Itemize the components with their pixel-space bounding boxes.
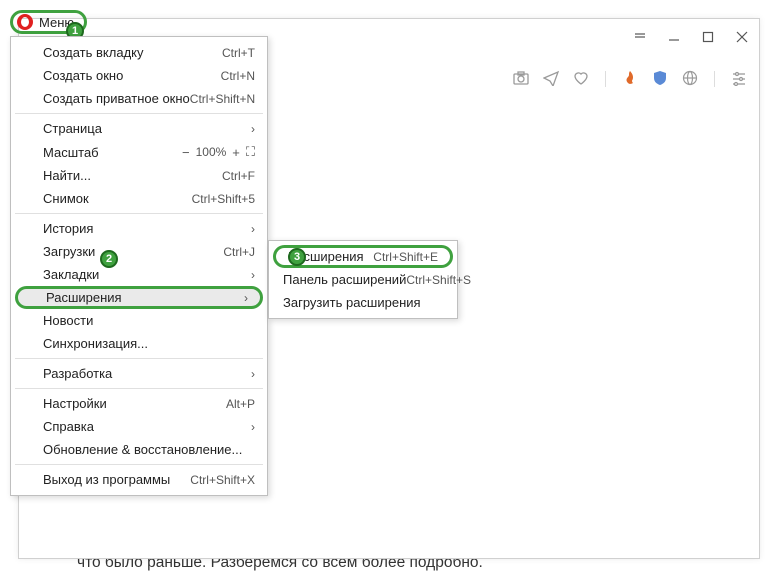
- globe-icon[interactable]: [682, 70, 698, 89]
- main-menu-dropdown: Создать вкладкуCtrl+TСоздать окноCtrl+NС…: [10, 36, 268, 496]
- chevron-right-icon: ›: [251, 420, 255, 434]
- submenu-item[interactable]: Загрузить расширения: [269, 291, 457, 314]
- menu-shortcut: Ctrl+F: [222, 169, 255, 183]
- heading-underline: [374, 333, 434, 337]
- site-logo-tail: RU: [308, 136, 332, 153]
- fullscreen-icon[interactable]: ⛶: [246, 144, 255, 160]
- menu-shortcut: Ctrl+J: [223, 245, 255, 259]
- menu-item[interactable]: Масштаб− 100% + ⛶: [11, 140, 267, 164]
- menu-divider: [15, 358, 263, 359]
- chevron-right-icon: ›: [251, 268, 255, 282]
- menu-item[interactable]: Создать вкладкуCtrl+T: [11, 41, 267, 64]
- menu-item[interactable]: Закладки›: [11, 263, 267, 286]
- camera-icon[interactable]: [513, 70, 529, 89]
- annotation-badge-2: 2: [100, 250, 118, 268]
- menu-item-label: Выход из программы: [43, 472, 190, 487]
- close-button[interactable]: [725, 19, 759, 55]
- shield-icon[interactable]: [652, 70, 668, 89]
- menu-item-label: Снимок: [43, 191, 192, 206]
- menu-item[interactable]: Выход из программыCtrl+Shift+X: [11, 468, 267, 491]
- menu-item[interactable]: НастройкиAlt+P: [11, 392, 267, 415]
- chevron-right-icon: ›: [251, 222, 255, 236]
- chevron-right-icon: ›: [251, 367, 255, 381]
- menu-item[interactable]: Синхронизация...: [11, 332, 267, 355]
- submenu-item-label: Загрузить расширения: [283, 295, 445, 310]
- menu-item[interactable]: Создать приватное окноCtrl+Shift+N: [11, 87, 267, 110]
- menu-shortcut: Alt+P: [226, 397, 255, 411]
- menu-item-label: Создать вкладку: [43, 45, 222, 60]
- menu-item-label: Новости: [43, 313, 255, 328]
- submenu-shortcut: Ctrl+Shift+E: [373, 250, 438, 264]
- heart-icon[interactable]: [573, 70, 589, 89]
- submenu-item[interactable]: Панель расширенийCtrl+Shift+S: [269, 268, 457, 291]
- chevron-right-icon: ›: [244, 291, 248, 305]
- toolbar-separator: [714, 71, 715, 87]
- minimize-button[interactable]: [657, 19, 691, 55]
- menu-item[interactable]: Обновление & восстановление...: [11, 438, 267, 461]
- menu-item[interactable]: Страница›: [11, 117, 267, 140]
- menu-item[interactable]: Создать окноCtrl+N: [11, 64, 267, 87]
- menu-divider: [15, 464, 263, 465]
- menu-divider: [15, 113, 263, 114]
- menu-item-label: Настройки: [43, 396, 226, 411]
- toolbar-icons: [513, 65, 747, 93]
- menu-item-label: Расширения: [46, 290, 244, 305]
- menu-item[interactable]: Разработка›: [11, 362, 267, 385]
- menu-shortcut: Ctrl+N: [221, 69, 255, 83]
- menu-item[interactable]: ЗагрузкиCtrl+J: [11, 240, 267, 263]
- menu-item-label: Создать приватное окно: [43, 91, 190, 106]
- submenu-shortcut: Ctrl+Shift+S: [406, 273, 471, 287]
- menu-item-label: Закладки: [43, 267, 251, 282]
- menu-divider: [15, 388, 263, 389]
- menu-item-label: Обновление & восстановление...: [43, 442, 255, 457]
- menu-item-label: Загрузки: [43, 244, 223, 259]
- menu-item-label: Страница: [43, 121, 251, 136]
- menu-item-label: История: [43, 221, 251, 236]
- chevron-right-icon: ›: [251, 122, 255, 136]
- menu-item-label: Найти...: [43, 168, 222, 183]
- search-placeholder: Поиск по сайту: [462, 226, 560, 242]
- zoom-controls: − 100% + ⛶: [182, 144, 255, 160]
- menu-item-label: Синхронизация...: [43, 336, 255, 351]
- menu-item-label: Масштаб: [43, 145, 182, 160]
- menu-divider: [15, 213, 263, 214]
- opera-icon: [17, 14, 33, 30]
- send-icon[interactable]: [543, 70, 559, 89]
- search-icon[interactable]: [683, 225, 699, 244]
- maximize-button[interactable]: [691, 19, 725, 55]
- zoom-out-button[interactable]: −: [182, 145, 190, 160]
- toolbar-separator: [605, 71, 606, 87]
- menu-item-label: Справка: [43, 419, 251, 434]
- menu-item[interactable]: Найти...Ctrl+F: [11, 164, 267, 187]
- window-controls: [623, 19, 759, 55]
- menu-item[interactable]: Новости: [11, 309, 267, 332]
- annotation-badge-3: 3: [288, 248, 306, 266]
- menu-shortcut: Ctrl+Shift+N: [190, 92, 255, 106]
- settings-sliders-icon[interactable]: [731, 70, 747, 89]
- zoom-in-button[interactable]: +: [232, 145, 240, 160]
- menu-item[interactable]: СнимокCtrl+Shift+5: [11, 187, 267, 210]
- menu-item[interactable]: Справка›: [11, 415, 267, 438]
- sidebar-toggle-icon[interactable]: [623, 19, 657, 55]
- menu-item[interactable]: История›: [11, 217, 267, 240]
- submenu-item-label: Панель расширений: [283, 272, 406, 287]
- menu-item-label: Создать окно: [43, 68, 221, 83]
- menu-item[interactable]: Расширения›: [15, 286, 263, 309]
- menu-shortcut: Ctrl+Shift+X: [190, 473, 255, 487]
- menu-shortcut: Ctrl+Shift+5: [192, 192, 255, 206]
- menu-item-label: Разработка: [43, 366, 251, 381]
- flame-icon[interactable]: [622, 70, 638, 89]
- menu-shortcut: Ctrl+T: [222, 46, 255, 60]
